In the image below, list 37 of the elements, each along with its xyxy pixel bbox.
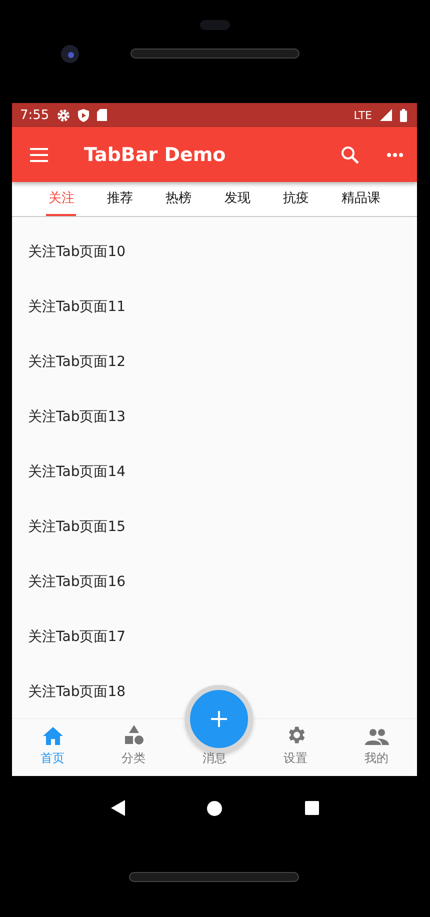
tab[interactable]: 推荐 — [104, 182, 135, 216]
home-button-icon[interactable] — [207, 800, 222, 816]
recents-icon[interactable] — [304, 801, 319, 815]
list-item[interactable]: 关注Tab页面16 — [28, 572, 126, 590]
home-icon — [42, 726, 64, 746]
tab[interactable]: 热榜 — [164, 182, 194, 216]
list-item[interactable]: 关注Tab页面10 — [28, 242, 126, 260]
battery-icon — [400, 108, 407, 122]
list-item[interactable]: 关注Tab页面11 — [28, 298, 126, 316]
list-item[interactable]: 关注Tab页面12 — [28, 352, 126, 370]
people-icon — [364, 728, 388, 746]
tab[interactable]: 精品课 — [340, 182, 383, 216]
list-item[interactable]: 关注Tab页面14 — [28, 462, 126, 480]
list-item[interactable]: 关注Tab页面17 — [28, 628, 126, 646]
shapes-icon — [122, 724, 144, 746]
shield-icon — [78, 108, 90, 122]
nav-item[interactable]: 消息 — [202, 750, 226, 767]
network-type: LTE — [354, 108, 372, 122]
app-title: TabBar Demo — [84, 144, 227, 166]
status-time: 7:55 — [20, 108, 50, 122]
signal-icon — [380, 109, 392, 121]
back-icon[interactable] — [111, 800, 126, 816]
tab[interactable]: 发现 — [222, 182, 252, 216]
list-item[interactable]: 关注Tab页面15 — [28, 518, 126, 536]
list-item[interactable]: 关注Tab页面18 — [28, 682, 126, 700]
add-button[interactable] — [185, 685, 253, 753]
nav-item[interactable]: 我的 — [336, 719, 417, 776]
tab[interactable]: 关注 — [46, 182, 76, 216]
nav-item[interactable]: 分类 — [93, 719, 174, 776]
list-item[interactable]: 关注Tab页面13 — [28, 408, 126, 426]
tab[interactable]: 抗疫 — [280, 182, 311, 216]
menu-icon[interactable] — [30, 148, 48, 162]
more-icon[interactable] — [387, 152, 403, 156]
sd-card-icon — [97, 109, 108, 121]
nav-item[interactable]: 设置 — [255, 719, 336, 776]
plus-icon — [211, 711, 227, 727]
search-icon[interactable] — [341, 146, 359, 164]
